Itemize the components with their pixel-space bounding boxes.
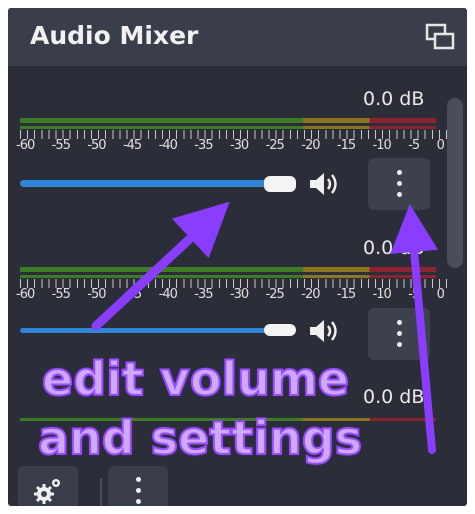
advanced-settings-button[interactable] [18,466,78,506]
scale-label: -20 [301,138,320,153]
vertical-dots-icon [397,342,402,347]
channel-2-volume-slider[interactable] [20,328,282,333]
scale-label: 0 [436,138,445,153]
scale-label: -20 [301,287,320,302]
channel-1-scale: -60 -55 -50 -45 -40 -35 -30 -25 -20 -15 … [16,138,445,153]
scale-label: -15 [336,287,356,302]
vertical-dots-icon [397,170,402,175]
scale-label: -30 [229,287,249,302]
scale-label: -10 [372,138,392,153]
scale-label: -60 [16,287,35,302]
channel-3-db-label: 0.0 dB [363,386,425,408]
scale-label: -55 [51,287,71,302]
scale-label: -10 [372,287,392,302]
scale-label: -15 [336,138,356,153]
scale-label: -45 [122,287,142,302]
undock-icon[interactable] [425,22,455,52]
scale-label: -40 [158,138,178,153]
scale-label: -55 [51,138,71,153]
channel-1-volume-handle[interactable] [264,176,296,192]
vertical-dots-icon [136,488,141,493]
annotation-line-1: edit volume [41,352,350,406]
scale-label: -40 [158,287,178,302]
vertical-dots-icon [136,477,141,482]
scale-label: -5 [408,138,420,153]
scrollbar-thumb[interactable] [447,98,463,268]
vertical-dots-icon [397,192,402,197]
scale-label: -60 [16,138,35,153]
scale-label: -25 [265,287,285,302]
gear-icon [34,479,60,504]
channel-2-meter-bottom [20,275,436,278]
vertical-dots-icon [136,499,141,504]
footer-menu-button[interactable] [108,466,168,506]
vertical-dots-icon [397,320,402,325]
channel-2-db-label: 0.0 dB [363,237,425,259]
scale-label: 0 [436,287,445,302]
channel-1-meter-top [20,118,436,123]
channel-2-scale: -60 -55 -50 -45 -40 -35 -30 -25 -20 -15 … [16,287,445,302]
channel-1-menu-button[interactable] [368,158,430,210]
panel-title: Audio Mixer [30,21,199,50]
speaker-icon[interactable] [308,171,340,197]
scale-label: -50 [87,138,106,153]
channel-2-volume-handle[interactable] [264,324,296,336]
channel-2-menu-button[interactable] [368,308,430,360]
scale-label: -25 [265,138,285,153]
scale-label: -5 [408,287,420,302]
scale-label: -45 [122,138,142,153]
channel-1-db-label: 0.0 dB [363,88,425,110]
scale-label: -50 [87,287,106,302]
channel-2-meter-top [20,267,436,272]
vertical-dots-icon [397,181,402,186]
panel-titlebar: Audio Mixer [8,8,467,66]
scale-label: -35 [194,287,213,302]
channel-1-meter-bottom [20,126,436,129]
scale-label: -30 [229,138,249,153]
annotation-line-2: and settings [37,411,363,465]
channel-1-volume-slider[interactable] [20,180,282,187]
speaker-icon[interactable] [308,318,340,344]
vertical-dots-icon [397,331,402,336]
scale-label: -35 [194,138,213,153]
footer-divider [100,478,102,506]
